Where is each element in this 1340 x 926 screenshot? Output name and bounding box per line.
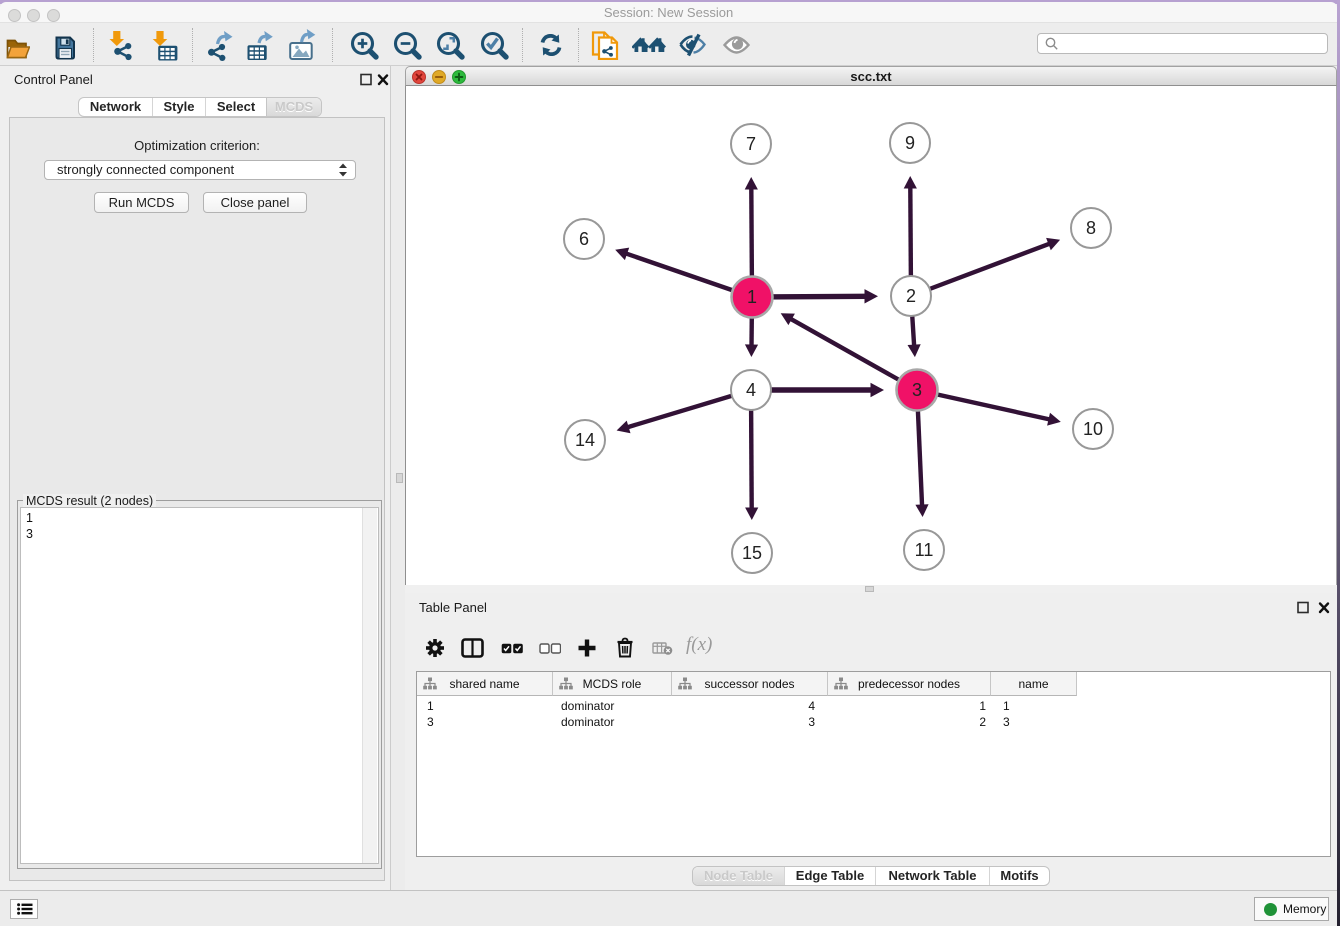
svg-text:4: 4: [746, 380, 756, 400]
svg-text:15: 15: [742, 543, 762, 563]
svg-text:9: 9: [905, 133, 915, 153]
svg-text:14: 14: [575, 430, 595, 450]
svg-text:2: 2: [906, 286, 916, 306]
svg-text:3: 3: [912, 380, 922, 400]
svg-text:8: 8: [1086, 218, 1096, 238]
svg-text:6: 6: [579, 229, 589, 249]
svg-text:10: 10: [1083, 419, 1103, 439]
svg-text:7: 7: [746, 134, 756, 154]
svg-text:11: 11: [915, 540, 934, 560]
svg-text:1: 1: [747, 287, 757, 307]
